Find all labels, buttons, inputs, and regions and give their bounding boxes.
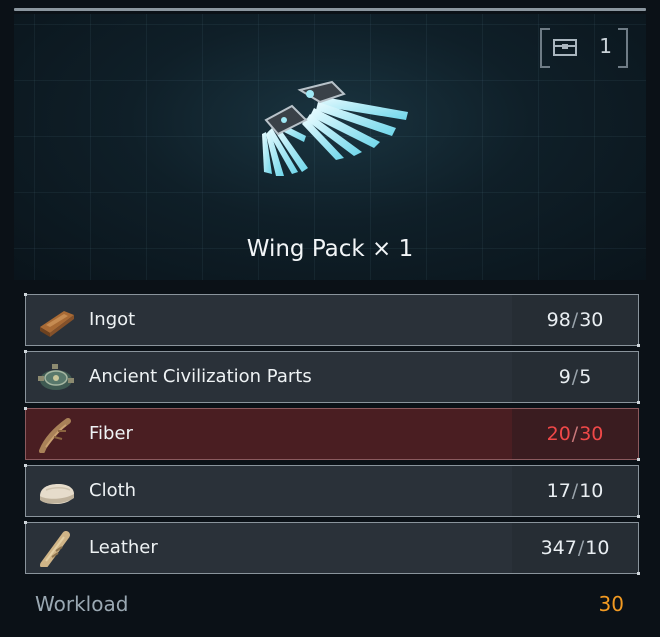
workload-label: Workload bbox=[35, 592, 129, 616]
material-quantity: 17/10 bbox=[512, 466, 638, 516]
ingot-icon bbox=[40, 311, 74, 337]
quantity-need: 10 bbox=[585, 537, 610, 559]
materials-list: Ingot 98/30 Ancient Civilization Parts 9… bbox=[24, 293, 640, 575]
quantity-need: 30 bbox=[579, 423, 604, 445]
quantity-need: 10 bbox=[579, 480, 604, 502]
material-row-leather: Leather 347/10 bbox=[24, 521, 640, 575]
material-name: Fiber bbox=[89, 423, 133, 444]
material-quantity: 9/5 bbox=[512, 352, 638, 402]
leather-icon bbox=[40, 531, 70, 567]
stack-count-badge: 1 bbox=[540, 28, 628, 68]
crafted-item-name: Wing Pack × 1 bbox=[246, 236, 414, 262]
stack-count: 1 bbox=[599, 34, 612, 58]
wing-pack-icon bbox=[262, 80, 408, 176]
quantity-separator: / bbox=[571, 480, 579, 502]
material-row-ancient-civilization-parts: Ancient Civilization Parts 9/5 bbox=[24, 350, 640, 404]
item-preview-panel: 1 Wing Pack × 1 bbox=[14, 14, 646, 280]
quantity-separator: / bbox=[571, 309, 579, 331]
material-row-ingot: Ingot 98/30 bbox=[24, 293, 640, 347]
bracket-left bbox=[540, 28, 550, 68]
fiber-icon bbox=[39, 418, 71, 453]
material-row-cloth: Cloth 17/10 bbox=[24, 464, 640, 518]
quantity-have: 20 bbox=[546, 423, 571, 445]
material-row-fiber: Fiber 20/30 bbox=[24, 407, 640, 461]
material-name: Leather bbox=[89, 537, 158, 558]
material-name: Ancient Civilization Parts bbox=[89, 366, 312, 387]
material-quantity: 20/30 bbox=[512, 409, 638, 459]
quantity-separator: / bbox=[571, 423, 579, 445]
storage-box-icon bbox=[553, 39, 577, 56]
quantity-separator: / bbox=[577, 537, 585, 559]
panel-top-border bbox=[14, 8, 646, 11]
quantity-have: 17 bbox=[546, 480, 571, 502]
quantity-need: 30 bbox=[579, 309, 604, 331]
material-quantity: 347/10 bbox=[512, 523, 638, 573]
quantity-separator: / bbox=[571, 366, 579, 388]
workload-value: 30 bbox=[598, 592, 624, 616]
material-name: Ingot bbox=[89, 309, 136, 330]
bracket-right bbox=[618, 28, 628, 68]
quantity-have: 347 bbox=[540, 537, 577, 559]
material-name: Cloth bbox=[89, 480, 137, 501]
material-quantity: 98/30 bbox=[512, 295, 638, 345]
quantity-need: 5 bbox=[579, 366, 592, 388]
quantity-have: 98 bbox=[546, 309, 571, 331]
quantity-have: 9 bbox=[558, 366, 571, 388]
ancient-parts-icon bbox=[38, 364, 74, 390]
cloth-icon bbox=[40, 484, 74, 504]
